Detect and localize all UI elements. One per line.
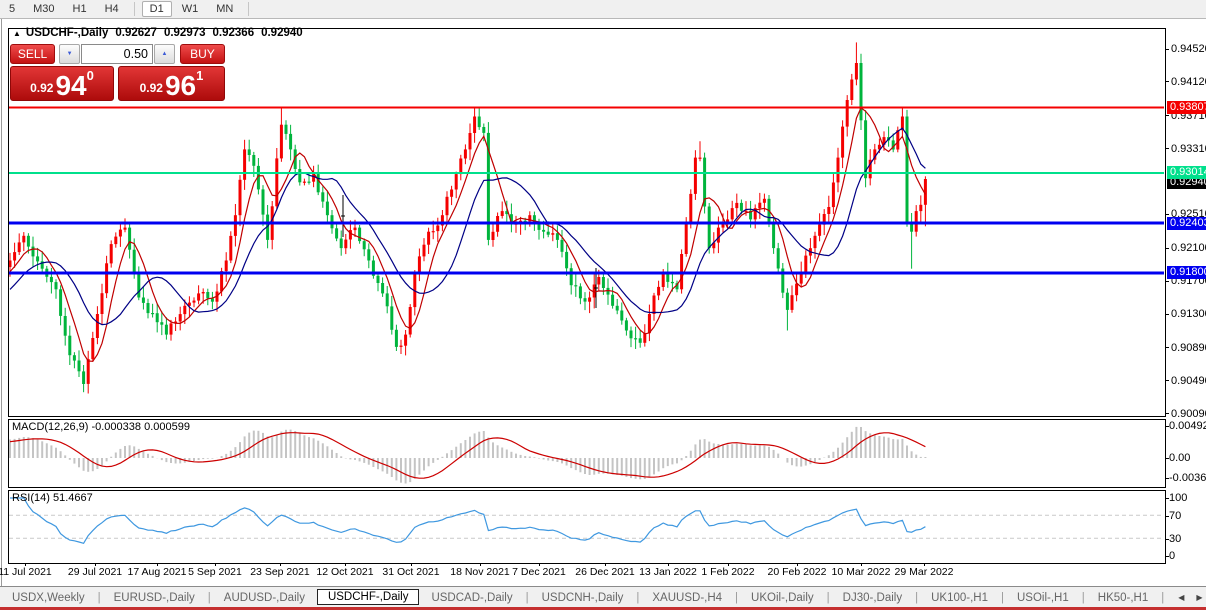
tab-separator: |: [207, 591, 211, 604]
buy-quote[interactable]: 0.92 96 1: [118, 66, 225, 101]
x-axis-date-label: 10 Mar 2022: [831, 566, 891, 578]
level-price-label: 0.91800: [1167, 266, 1206, 280]
ohlc-high: 0.92973: [163, 27, 206, 39]
chart-tab-uk100-h1[interactable]: UK100-,H1: [919, 590, 1000, 606]
chart-tab-ukoil-daily[interactable]: UKOil-,Daily: [739, 590, 826, 606]
x-axis-date-label: 7 Dec 2021: [512, 566, 566, 578]
chevron-down-icon: ▼: [66, 51, 73, 57]
sell-price-small: 0.92: [30, 81, 54, 95]
x-axis-date-label: 29 Mar 2022: [894, 566, 954, 578]
level-price-label: 0.92403: [1167, 216, 1206, 230]
y-axis-label: 0.91300: [1171, 308, 1206, 320]
tab-separator: |: [1161, 591, 1165, 604]
chart-tab-usdcnh-daily[interactable]: USDCNH-,Daily: [530, 590, 636, 606]
macd-axis-label: 0.00: [1169, 452, 1191, 464]
x-axis-date-label: 31 Oct 2021: [382, 566, 440, 578]
rsi-axis-label: 30: [1169, 532, 1182, 545]
x-axis-date-label: 26 Dec 2021: [575, 566, 635, 578]
chart-tab-usdx-weekly[interactable]: USDX,Weekly: [0, 590, 97, 606]
y-axis-label: 0.90090: [1171, 407, 1206, 420]
sell-quote[interactable]: 0.92 94 0: [10, 66, 115, 101]
tab-separator: |: [525, 591, 529, 604]
ohlc-close: 0.92940: [261, 27, 303, 39]
y-axis-tick: [1165, 213, 1169, 215]
x-axis-date-label: 18 Nov 2021: [450, 566, 510, 578]
x-axis-date-label: 29 Jul 2021: [67, 566, 123, 578]
y-axis-tick: [1165, 247, 1169, 249]
y-axis-tick: [1165, 347, 1169, 349]
chart-tab-audusd-daily[interactable]: AUDUSD-,Daily: [212, 590, 317, 606]
tab-scroll-left-icon[interactable]: ◀: [1172, 593, 1190, 602]
x-axis-date-label: 23 Sep 2021: [250, 566, 310, 578]
tab-separator: |: [826, 591, 830, 604]
y-axis-label: 0.92100: [1171, 242, 1206, 255]
tab-separator: |: [97, 591, 101, 604]
y-axis-tick: [1165, 413, 1169, 415]
level-price-label: 0.93014: [1167, 166, 1206, 180]
chart-tab-bar: USDX,Weekly | EURUSD-,Daily | AUDUSD-,Daily U…: [0, 586, 1206, 608]
ohlc-open: 0.92627: [115, 27, 157, 39]
volume-input[interactable]: [81, 44, 153, 64]
one-click-trading-panel: SELL ▼ ▲ BUY 0.92 94 0 0.92 96 1: [10, 44, 225, 101]
chart-title: ▲ USDCHF-,Daily 0.92627 0.92973 0.92366 …: [13, 27, 303, 39]
sell-price-big: 94: [55, 70, 87, 101]
chart-tab-usdcad-daily[interactable]: USDCAD-,Daily: [419, 590, 524, 606]
rsi-axis-label: 100: [1169, 492, 1188, 504]
x-axis-date-label: 5 Sep 2021: [188, 566, 242, 578]
y-axis-tick: [1165, 280, 1169, 282]
tab-separator: |: [1081, 591, 1085, 604]
x-axis-date-label: 13 Jan 2022: [639, 566, 697, 578]
x-axis-date-label: 12 Oct 2021: [316, 566, 374, 578]
buy-price-pip: 1: [196, 68, 204, 83]
x-axis-date-label: 20 Feb 2022: [767, 566, 827, 578]
y-axis-tick: [1165, 115, 1169, 117]
tab-separator: |: [636, 591, 640, 604]
macd-axis-label: 0.004926: [1169, 420, 1206, 432]
chevron-up-icon: ▲: [161, 51, 168, 57]
y-axis-tick: [1165, 81, 1169, 83]
tab-separator: |: [1001, 591, 1004, 604]
y-axis-tick: [1165, 380, 1169, 382]
volume-increase-button[interactable]: ▲: [154, 44, 175, 64]
chart-symbol-label: USDCHF-,Daily: [25, 27, 109, 39]
y-axis-tick: [1165, 48, 1169, 50]
sell-price-pip: 0: [86, 68, 94, 83]
macd-indicator-label: MACD(12,26,9) -0.000338 0.000599: [12, 421, 190, 433]
volume-decrease-button[interactable]: ▼: [59, 44, 80, 64]
x-axis-date-label: 11 Jul 2021: [0, 566, 52, 578]
y-axis-tick: [1165, 148, 1169, 150]
buy-price-big: 96: [164, 70, 197, 101]
chart-tab-usdchf-daily[interactable]: USDCHF-,Daily: [316, 588, 420, 605]
sell-button[interactable]: SELL: [10, 44, 56, 64]
tab-scroll-right-icon[interactable]: ▶: [1190, 593, 1206, 602]
buy-button[interactable]: BUY: [179, 44, 225, 64]
chart-tab-xauusd-h4[interactable]: XAUUSD-,H4: [640, 590, 734, 606]
y-axis-tick: [1165, 313, 1169, 315]
y-axis-label: 0.94120: [1171, 75, 1206, 88]
y-axis-label: 0.93310: [1171, 142, 1206, 155]
x-axis-date-label: 17 Aug 2021: [127, 566, 187, 578]
buy-price-small: 0.92: [139, 81, 163, 95]
y-axis-label: 0.90490: [1171, 374, 1206, 387]
collapse-chart-toggle[interactable]: ▲: [13, 29, 21, 38]
x-axis-date-label: 1 Feb 2022: [701, 566, 755, 578]
chart-tab-dj30-daily[interactable]: DJ30-,Daily: [831, 590, 914, 606]
ohlc-low: 0.92366: [212, 27, 255, 39]
chart-tab-hk50-h1[interactable]: HK50-,H1: [1086, 590, 1161, 606]
rsi-axis-label: 70: [1169, 509, 1182, 522]
y-axis-label: 0.94520: [1171, 43, 1206, 55]
tab-scroll-controls: | ◀ ▶: [1160, 592, 1206, 604]
tab-separator: |: [915, 591, 919, 604]
mt4-window: 5 M30 H1 H4 D1 W1 MN ▲ USDCHF-,Daily 0.92627 0…: [0, 0, 1206, 610]
rsi-indicator-label: RSI(14) 51.4667: [12, 492, 93, 504]
chart-tab-usoil-h1[interactable]: USOil-,H1: [1005, 590, 1081, 606]
chart-tab-eurusd-daily[interactable]: EURUSD-,Daily: [102, 590, 207, 606]
macd-axis-label: -0.00361: [1169, 472, 1206, 484]
tab-separator: |: [735, 591, 739, 604]
y-axis-label: 0.90890: [1171, 341, 1206, 354]
rsi-axis-label: 0: [1169, 549, 1176, 562]
level-price-label: 0.93807: [1167, 101, 1206, 115]
